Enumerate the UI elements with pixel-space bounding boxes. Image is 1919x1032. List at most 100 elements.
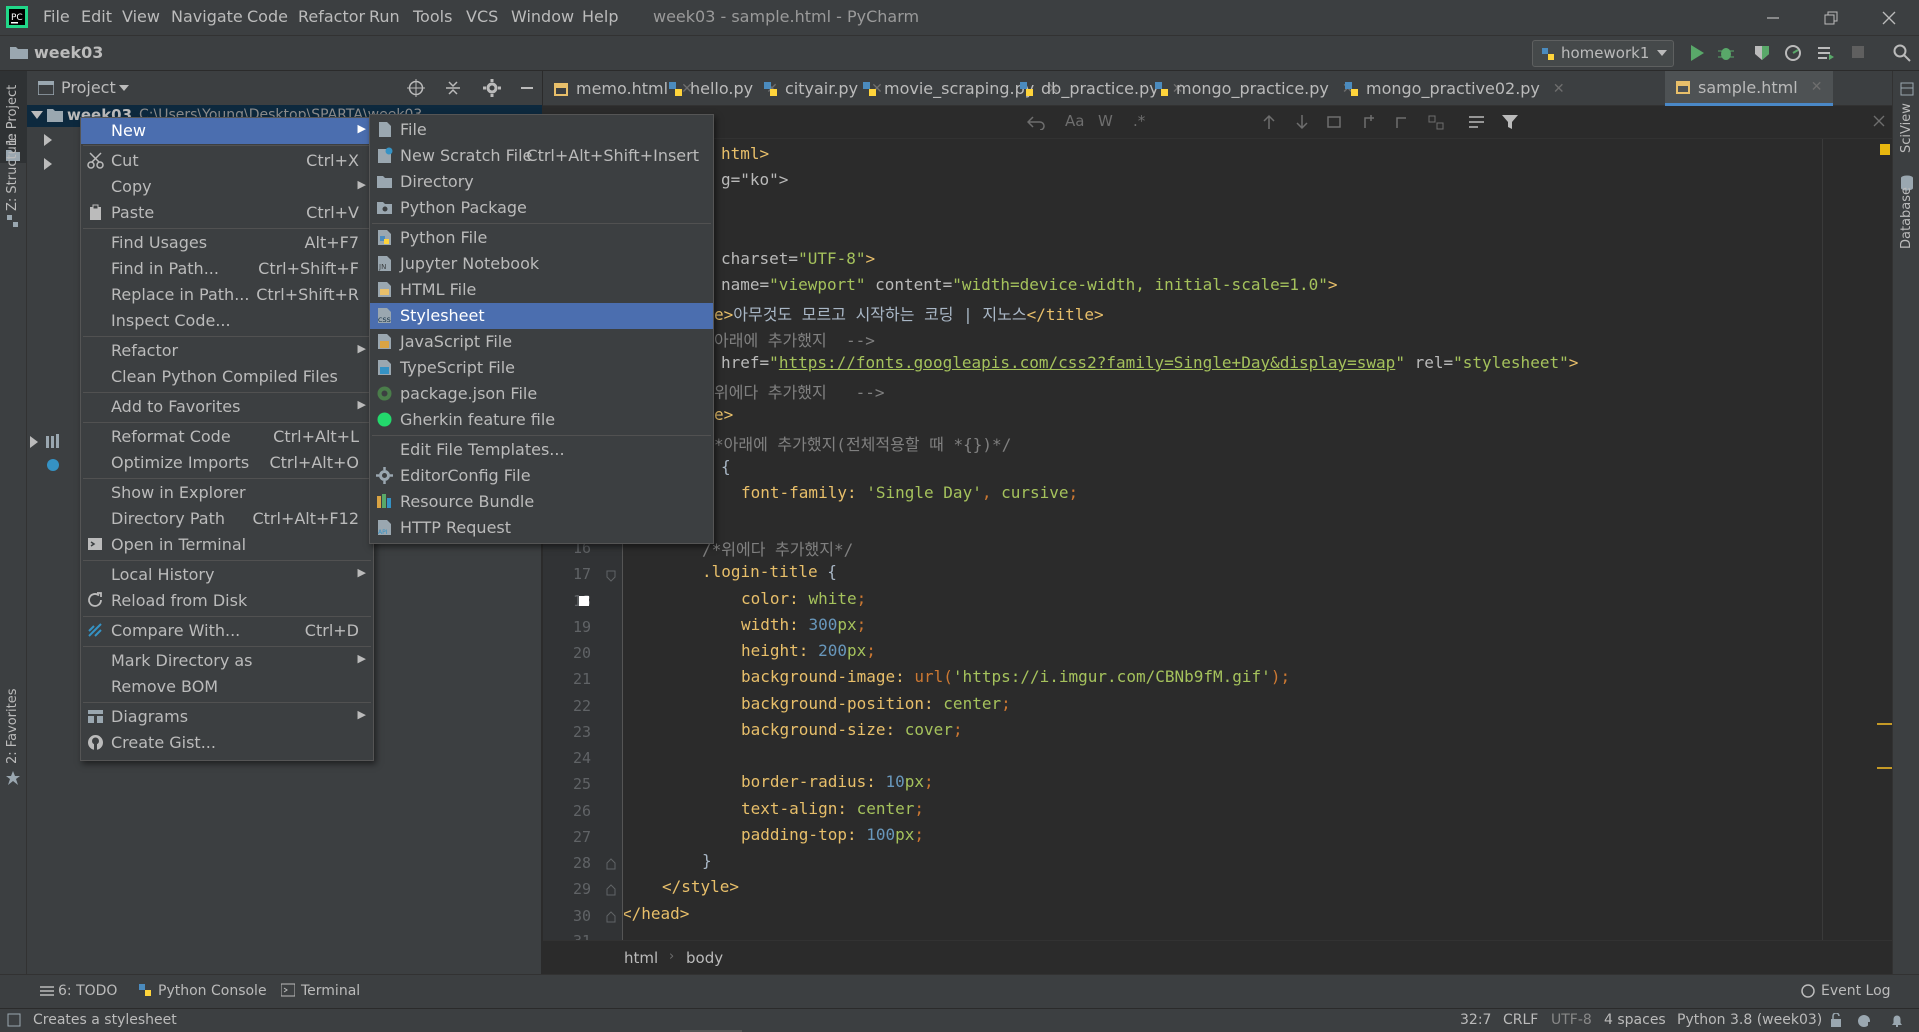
close-window-icon[interactable] <box>1881 10 1897 26</box>
caret-position[interactable]: 32:7 <box>1460 1012 1491 1028</box>
expand-arrow-icon[interactable] <box>30 436 40 448</box>
new-scratch-file-item[interactable]: New Scratch File Ctrl+Alt+Shift+Insert <box>370 143 713 169</box>
structure-tool-label[interactable]: Z: Structure <box>5 133 20 211</box>
debug-icon[interactable] <box>1717 44 1735 62</box>
new-python-file-item[interactable]: Python File <box>370 225 713 251</box>
terminal-tool-button[interactable]: Terminal <box>301 983 360 999</box>
menu-item-copy[interactable]: Copy ▶ <box>81 174 373 200</box>
menu-vcs[interactable]: VCS <box>466 7 498 26</box>
expand-arrow-icon[interactable] <box>31 111 43 121</box>
database-tool-label[interactable]: Database <box>1899 187 1914 249</box>
new-package-json-item[interactable]: package.json File <box>370 381 713 407</box>
arrow-up-icon[interactable] <box>1261 114 1277 130</box>
new-jupyter-notebook-item[interactable]: JN Jupyter Notebook <box>370 251 713 277</box>
new-typescript-file-item[interactable]: TypeScript File <box>370 355 713 381</box>
warning-marker[interactable] <box>1877 767 1892 769</box>
nav-project-name[interactable]: week03 <box>34 43 103 62</box>
menu-item-mark-directory-as[interactable]: Mark Directory as ▶ <box>81 648 373 674</box>
menu-item-find-in-path[interactable]: Find in Path... Ctrl+Shift+F <box>81 256 373 282</box>
concurrency-icon[interactable] <box>1817 44 1835 62</box>
match-case-icon[interactable]: Aa <box>1065 112 1084 130</box>
add-occurrence-icon[interactable] <box>1363 114 1381 130</box>
menu-item-reload-from-disk[interactable]: Reload from Disk <box>81 588 373 614</box>
todo-tool-button[interactable]: 6: TODO <box>58 983 117 999</box>
python-console-tool-button[interactable]: Python Console <box>158 983 267 999</box>
fold-marker-icon[interactable] <box>606 884 616 896</box>
menu-window[interactable]: Window <box>511 7 574 26</box>
select-occurrences-icon[interactable] <box>1427 114 1445 130</box>
new-directory-item[interactable]: Directory <box>370 169 713 195</box>
close-tab-icon[interactable]: ✕ <box>1811 79 1823 95</box>
select-all-icon[interactable] <box>1326 114 1342 130</box>
run-icon[interactable] <box>1688 44 1706 62</box>
menu-item-remove-bom[interactable]: Remove BOM <box>81 674 373 700</box>
menu-code[interactable]: Code <box>247 7 288 26</box>
menu-view[interactable]: View <box>122 7 160 26</box>
indent-setting[interactable]: 4 spaces <box>1604 1012 1666 1028</box>
new-javascript-file-item[interactable]: JavaScript File <box>370 329 713 355</box>
chevron-down-icon[interactable] <box>119 85 129 93</box>
menu-item-local-history[interactable]: Local History ▶ <box>81 562 373 588</box>
fold-marker-icon[interactable] <box>606 911 616 923</box>
new-editorconfig-item[interactable]: EditorConfig File <box>370 463 713 489</box>
project-view-selector[interactable]: Project <box>61 78 116 97</box>
code-editor[interactable]: html> g="ko"> charset="UTF-8"> name="vie… <box>624 139 1892 940</box>
close-tab-icon[interactable]: ✕ <box>1553 81 1565 97</box>
event-log-tool-button[interactable]: Event Log <box>1821 983 1891 999</box>
menu-item-find-usages[interactable]: Find Usages Alt+F7 <box>81 230 373 256</box>
menu-item-cut[interactable]: Cut Ctrl+X <box>81 148 373 174</box>
lock-icon[interactable] <box>1829 1013 1843 1028</box>
menu-item-new[interactable]: New ▶ <box>81 118 373 144</box>
new-gherkin-file-item[interactable]: Gherkin feature file <box>370 407 713 433</box>
expand-arrow-icon[interactable] <box>44 158 54 170</box>
minimize-icon[interactable] <box>1765 10 1781 26</box>
menu-item-show-in-explorer[interactable]: Show in Explorer <box>81 480 373 506</box>
menu-item-open-in-terminal[interactable]: Open in Terminal <box>81 532 373 558</box>
menu-refactor[interactable]: Refactor <box>298 7 365 26</box>
profile-icon[interactable] <box>1784 44 1802 62</box>
menu-run[interactable]: Run <box>369 7 400 26</box>
warning-marker[interactable] <box>1877 723 1892 725</box>
menu-item-replace-in-path[interactable]: Replace in Path... Ctrl+Shift+R <box>81 282 373 308</box>
error-stripe[interactable] <box>1877 139 1892 940</box>
new-resource-bundle-item[interactable]: Resource Bundle <box>370 489 713 515</box>
warning-indicator[interactable] <box>1880 144 1890 155</box>
line-separator[interactable]: CRLF <box>1503 1012 1538 1028</box>
fold-marker-icon[interactable] <box>606 570 616 582</box>
close-search-icon[interactable] <box>1873 115 1885 127</box>
breadcrumb-body[interactable]: body <box>686 949 723 967</box>
undo-icon[interactable] <box>1027 114 1045 130</box>
menu-item-reformat-code[interactable]: Reformat Code Ctrl+Alt+L <box>81 424 373 450</box>
favorites-tool-label[interactable]: 2: Favorites <box>5 688 20 764</box>
stop-icon[interactable] <box>1850 44 1866 60</box>
menu-help[interactable]: Help <box>582 7 618 26</box>
file-encoding[interactable]: UTF-8 <box>1551 1012 1592 1028</box>
sciview-tool-label[interactable]: SciView <box>1899 103 1914 153</box>
fold-marker-icon[interactable] <box>606 858 616 870</box>
status-toggle-icon[interactable] <box>7 1013 21 1027</box>
expand-arrow-icon[interactable] <box>44 134 54 146</box>
regex-icon[interactable]: .* <box>1133 112 1145 130</box>
tab-mongo-practice-py[interactable]: mongo_practice.py✕ <box>1143 71 1354 106</box>
menu-item-compare-with[interactable]: Compare With... Ctrl+D <box>81 618 373 644</box>
new-python-package-item[interactable]: Python Package <box>370 195 713 221</box>
menu-item-paste[interactable]: Paste Ctrl+V <box>81 200 373 226</box>
python-interpreter[interactable]: Python 3.8 (week03) <box>1677 1012 1822 1028</box>
filter-options-icon[interactable] <box>1468 114 1486 130</box>
inspection-icon[interactable] <box>1856 1013 1874 1028</box>
whole-words-icon[interactable]: W <box>1098 112 1113 130</box>
filter-icon[interactable] <box>1501 113 1519 131</box>
tab-mongo-practive02-py[interactable]: mongo_practive02.py ✕ <box>1333 71 1565 106</box>
new-html-file-item[interactable]: HTML File <box>370 277 713 303</box>
menu-item-directory-path[interactable]: Directory Path Ctrl+Alt+F12 <box>81 506 373 532</box>
menu-edit[interactable]: Edit <box>81 7 112 26</box>
coverage-icon[interactable] <box>1753 44 1771 62</box>
menu-file[interactable]: File <box>43 7 70 26</box>
menu-item-add-to-favorites[interactable]: Add to Favorites ▶ <box>81 394 373 420</box>
search-icon[interactable] <box>1893 44 1911 62</box>
arrow-down-icon[interactable] <box>1294 114 1310 130</box>
locate-icon[interactable] <box>407 79 425 97</box>
edit-file-templates-item[interactable]: Edit File Templates... <box>370 437 713 463</box>
run-config-selector[interactable]: homework1 <box>1532 40 1674 67</box>
gear-icon[interactable] <box>483 79 501 97</box>
